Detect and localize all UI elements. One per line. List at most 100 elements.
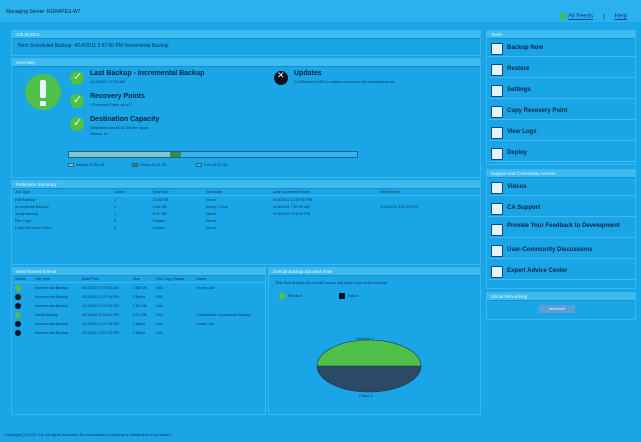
table-cell <box>377 217 480 224</box>
legend-free: Free 66.82 GB <box>196 163 228 168</box>
updates-error-icon <box>274 71 288 85</box>
backup-now-icon <box>491 43 503 55</box>
table-cell <box>377 224 480 231</box>
last-backup-time: 4/14/2011 7:57:54 AM <box>90 80 125 84</box>
table-cell: Customized Incremental Backup <box>196 312 251 317</box>
table-cell: 4/13/2011 5:18:22 PM <box>81 312 119 317</box>
destination-volume: Volume: e:\ <box>90 132 108 136</box>
support-item-user-community-discussions[interactable]: User-Community Discussions <box>489 243 635 259</box>
status-cell <box>12 283 32 293</box>
legend-backup: Backup 33.58 GB <box>68 163 104 168</box>
table-cell: Incremental Backup <box>34 303 69 308</box>
tasks-item-settings[interactable]: Settings <box>489 83 635 99</box>
footer-copyright: Copyright (c) 2011 CA. All rights reserv… <box>4 432 172 437</box>
overall-status-icon <box>25 74 61 110</box>
recovery-points-title: Recovery Points <box>90 93 145 100</box>
table-cell <box>193 328 265 337</box>
tasks-item-deploy[interactable]: Deploy <box>489 146 635 162</box>
next-scheduled-backup: Next Scheduled Backup: 4/14/2011 3:57:50… <box>18 43 169 49</box>
table-cell: 0 Bytes <box>132 321 146 326</box>
table-cell: 3.60 GB <box>152 204 167 209</box>
support-title: Support and Community Access <box>487 170 635 178</box>
table-cell: Hourly Job <box>196 285 215 290</box>
table-cell: Incremental Backup <box>34 294 69 299</box>
table-cell: 0 Bytes <box>152 218 166 223</box>
table-cell: 4/13/2011 3:07:04 PM <box>81 303 119 308</box>
table-cell <box>193 301 265 310</box>
protection-summary-panel: Protection Summary Job Type Count Total Si… <box>11 180 481 265</box>
destination-status-icon <box>70 116 84 131</box>
copy-recovery-point-icon <box>491 106 503 118</box>
table-row: Full Backup 1 22.66 GB Never 4/13/2011 12:57… <box>12 196 480 204</box>
success-rate-panel: Overall Backup Success Rate This chart d… <box>268 267 481 415</box>
success-status-icon <box>15 284 21 291</box>
status-cell <box>12 301 32 310</box>
restore-icon <box>491 64 503 76</box>
table-row[interactable]: Incremental Backup 4/13/2011 3:07:04 PM 1.… <box>12 301 265 310</box>
all-feeds-link[interactable]: All Feeds <box>568 14 593 20</box>
support-item-provide-your-feedback-to-development[interactable]: Provide Your Feedback to Development <box>489 222 635 238</box>
support-item-ca-support[interactable]: CA Support <box>489 201 635 217</box>
tasks-item-label: Backup Now <box>507 45 544 51</box>
table-row[interactable]: Incremental Backup 4/13/2011 2:07:04 PM 0 … <box>12 292 265 301</box>
deploy-icon <box>491 148 503 160</box>
tasks-item-view-logs[interactable]: View Logs <box>489 125 635 141</box>
managing-server-label: Managing Server: RGRAPES-W7 <box>6 9 81 15</box>
tasks-item-label: Copy Recovery Point <box>507 108 568 114</box>
recent-events-table: Status Job Type Date/Time Size File Copy Sta… <box>12 276 265 337</box>
support-item-videos[interactable]: Videos <box>489 180 635 196</box>
tasks-item-copy-recovery-point[interactable]: Copy Recovery Point <box>489 104 635 120</box>
table-cell: 4/14/2011 7:57:54 AM <box>272 204 310 209</box>
table-cell: 4/13/2011 5:18:22 PM <box>272 211 311 216</box>
finished-label: Finished: 2 <box>356 337 374 341</box>
job-monitor-title: Job Monitor <box>12 31 480 39</box>
table-cell: Hourly Job <box>196 321 215 326</box>
table-cell <box>377 210 480 217</box>
recovery-points-status-icon <box>70 93 84 108</box>
table-cell: 4/14/2011 7:57:54 AM <box>81 285 119 290</box>
ca-support-icon <box>491 203 503 215</box>
table-cell: 4/14/2011 3:57:50 PM <box>380 204 418 209</box>
table-cell <box>270 217 378 224</box>
table-row[interactable]: Incremental Backup 4/13/2011 3:57:24 PM 0 … <box>12 328 265 337</box>
last-backup-status-icon <box>70 70 84 85</box>
help-link[interactable]: Help <box>615 14 627 20</box>
table-row[interactable]: Verify Backup 4/13/2011 5:18:22 PM 6.31 GB… <box>12 310 265 319</box>
table-cell: 6.31 GB <box>132 312 147 317</box>
table-row: Verify Backup 1 6.31 GB Never 4/13/2011 5:18… <box>12 210 480 217</box>
table-row: Copy Recovery Point 0 0 Bytes Never <box>12 224 480 231</box>
summary-panel: Summary Last Backup - Incremental Backup… <box>11 58 481 178</box>
settings-icon <box>491 85 503 97</box>
tasks-item-label: Restore <box>507 66 530 72</box>
tasks-item-label: Settings <box>507 87 531 93</box>
table-row: File Copy 0 0 Bytes Never <box>12 217 480 224</box>
table-cell: 2.58 GB <box>132 285 147 290</box>
table-cell <box>377 196 480 204</box>
table-cell: 4/13/2011 2:07:04 PM <box>81 294 119 299</box>
tasks-item-restore[interactable]: Restore <box>489 62 635 78</box>
table-cell: Verify Backup <box>34 312 59 317</box>
table-cell: File Copy <box>15 218 32 223</box>
support-item-label: CA Support <box>507 205 541 211</box>
table-row[interactable]: Incremental Backup 4/13/2011 4:07:06 PM 0 … <box>12 319 265 328</box>
table-row[interactable]: Incremental Backup 4/14/2011 7:57:54 AM 2.… <box>12 283 265 293</box>
table-cell: 1 <box>114 197 117 202</box>
recent-events-panel: Most Recent Events Status Job Type Date/Ti… <box>11 267 266 415</box>
tasks-item-backup-now[interactable]: Backup Now <box>489 41 635 57</box>
updates-text: CA ARCserve D2D is unable to connect to … <box>294 80 395 84</box>
table-cell: 0 Bytes <box>132 330 146 335</box>
table-cell: 0 Bytes <box>152 225 166 230</box>
protection-summary-table: Job Type Count Total Size Schedule Last Succ… <box>12 189 480 231</box>
table-row: Incremental Backup 2 3.60 GB Every 1 Hour 4/… <box>12 203 480 210</box>
destination-capacity-text: Destination has 66.82 GB free space <box>90 126 149 130</box>
summary-title: Summary <box>12 59 480 67</box>
table-cell: 4/13/2011 3:57:24 PM <box>81 330 119 335</box>
tasks-panel: Tasks Backup Now Restore Settings Copy Reco… <box>486 30 636 165</box>
facebook-button[interactable]: facebook <box>539 305 575 313</box>
table-cell: Full Backup <box>15 197 35 202</box>
support-item-expert-advice-center[interactable]: Expert Advice Center <box>489 264 635 280</box>
failed-status-icon <box>15 320 21 327</box>
table-cell: N/A <box>156 285 163 290</box>
job-monitor-panel: Job Monitor Next Scheduled Backup: 4/14/… <box>11 30 481 56</box>
last-backup-title: Last Backup - Incremental Backup <box>90 70 205 77</box>
